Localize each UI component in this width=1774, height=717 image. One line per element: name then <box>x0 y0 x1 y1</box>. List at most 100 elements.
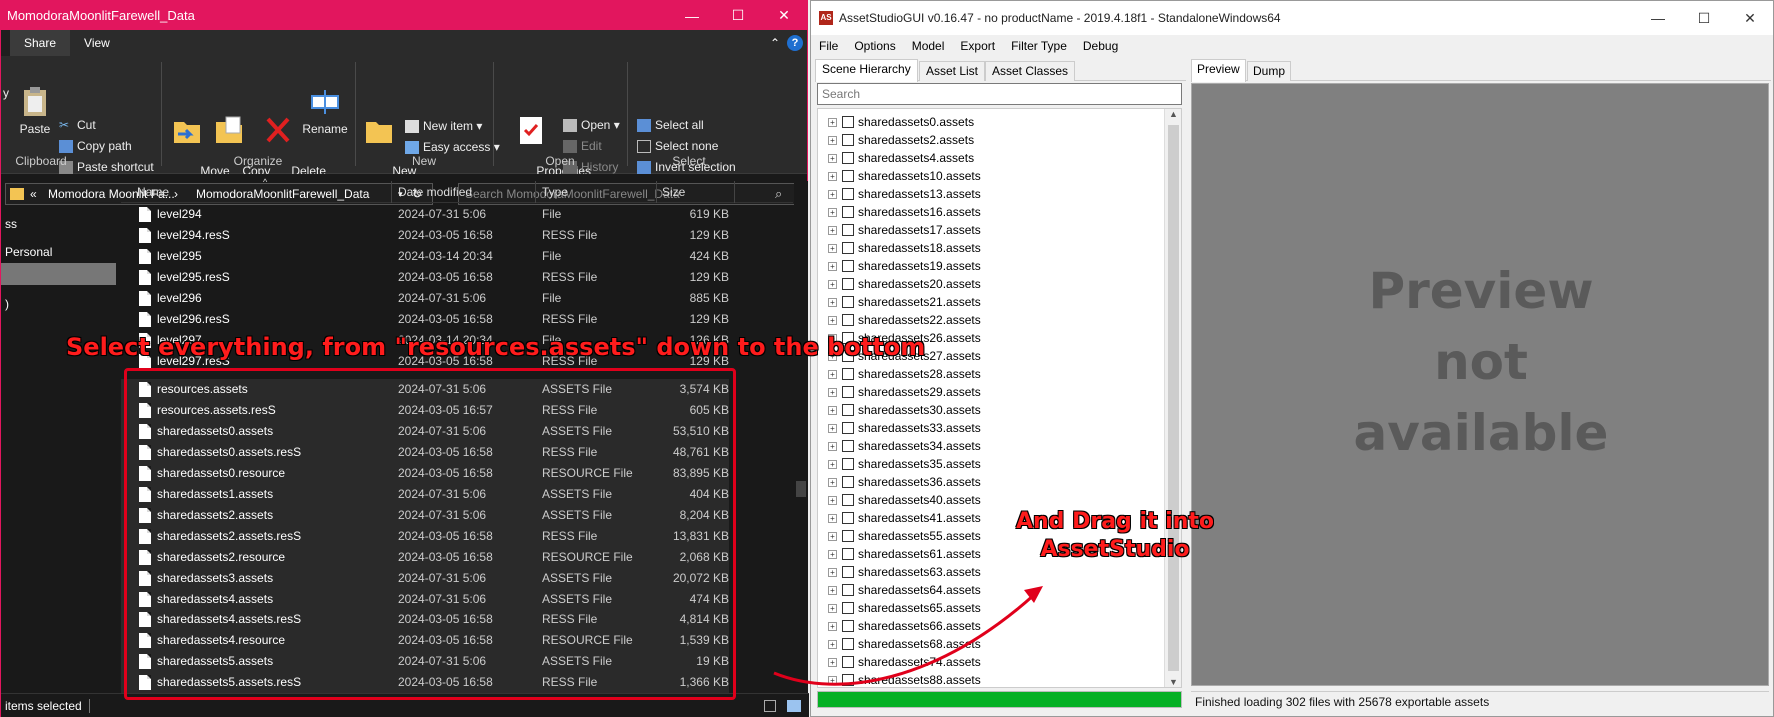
tree-item-checkbox[interactable] <box>842 170 854 182</box>
maximize-icon[interactable]: ☐ <box>715 7 761 24</box>
expand-plus-icon[interactable]: + <box>828 550 837 559</box>
file-row[interactable]: level295 2024-03-14 20:34 File 424 KB <box>121 246 729 267</box>
copy-button-partial[interactable]: y <box>1 86 11 100</box>
tree-item-checkbox[interactable] <box>842 296 854 308</box>
expand-plus-icon[interactable]: + <box>828 226 837 235</box>
expand-plus-icon[interactable]: + <box>828 442 837 451</box>
minimize-icon[interactable]: — <box>1635 10 1681 26</box>
nav-item-quick-access[interactable]: ss <box>1 213 17 235</box>
open-button[interactable]: Open ▾ <box>563 116 620 134</box>
expand-plus-icon[interactable]: + <box>828 280 837 289</box>
expand-plus-icon[interactable]: + <box>828 658 837 667</box>
nav-item-onedrive-personal[interactable]: Personal <box>1 241 52 263</box>
copy-path-button[interactable]: Copy path <box>59 137 132 155</box>
file-row[interactable]: level294.resS 2024-03-05 16:58 RESS File 12… <box>121 225 729 246</box>
tree-item-checkbox[interactable] <box>842 566 854 578</box>
tree-item-checkbox[interactable] <box>842 116 854 128</box>
expand-plus-icon[interactable]: + <box>828 676 837 685</box>
edit-button[interactable]: Edit <box>563 137 602 155</box>
expand-plus-icon[interactable]: + <box>828 136 837 145</box>
paste-button[interactable]: Paste <box>19 86 51 136</box>
expand-plus-icon[interactable]: + <box>828 514 837 523</box>
expand-plus-icon[interactable]: + <box>828 604 837 613</box>
tree-item-checkbox[interactable] <box>842 656 854 668</box>
expand-plus-icon[interactable]: + <box>828 208 837 217</box>
tree-scrollbar[interactable]: ▲ ▼ <box>1164 109 1181 687</box>
expand-plus-icon[interactable]: + <box>828 424 837 433</box>
tree-item-checkbox[interactable] <box>842 134 854 146</box>
tree-item-checkbox[interactable] <box>842 422 854 434</box>
tab-scene-hierarchy[interactable]: Scene Hierarchy <box>815 59 918 82</box>
tree-item-checkbox[interactable] <box>842 458 854 470</box>
tab-asset-classes[interactable]: Asset Classes <box>985 61 1076 81</box>
tree-item-checkbox[interactable] <box>842 674 854 686</box>
close-icon[interactable]: ✕ <box>1727 10 1773 27</box>
expand-plus-icon[interactable]: + <box>828 568 837 577</box>
tree-item-checkbox[interactable] <box>842 224 854 236</box>
new-item-button[interactable]: New item ▾ <box>405 117 482 135</box>
details-view-icon[interactable] <box>764 700 776 712</box>
maximize-icon[interactable]: ☐ <box>1681 10 1727 27</box>
tree-item-checkbox[interactable] <box>842 152 854 164</box>
tree-item-checkbox[interactable] <box>842 314 854 326</box>
scroll-down-icon[interactable]: ▼ <box>1165 677 1181 687</box>
file-row[interactable]: level295.resS 2024-03-05 16:58 RESS File 12… <box>121 267 729 288</box>
select-all-button[interactable]: Select all <box>637 116 704 134</box>
close-icon[interactable]: ✕ <box>761 7 807 24</box>
tree-item-checkbox[interactable] <box>842 602 854 614</box>
expand-plus-icon[interactable]: + <box>828 316 837 325</box>
tree-item-checkbox[interactable] <box>842 404 854 416</box>
minimize-icon[interactable]: — <box>669 8 715 24</box>
menu-model[interactable]: Model <box>904 39 953 53</box>
column-type[interactable]: Type <box>542 185 568 199</box>
cut-button[interactable]: ✂ Cut <box>59 116 96 134</box>
tab-dump[interactable]: Dump <box>1247 61 1292 81</box>
expand-plus-icon[interactable]: + <box>828 244 837 253</box>
tab-preview[interactable]: Preview <box>1191 59 1246 82</box>
large-icons-view-icon[interactable] <box>787 700 801 712</box>
menu-debug[interactable]: Debug <box>1075 39 1126 53</box>
expand-plus-icon[interactable]: + <box>828 532 837 541</box>
expand-plus-icon[interactable]: + <box>828 640 837 649</box>
tree-item-checkbox[interactable] <box>842 242 854 254</box>
tree-item-checkbox[interactable] <box>842 512 854 524</box>
expand-plus-icon[interactable]: + <box>828 154 837 163</box>
tree-item-checkbox[interactable] <box>842 260 854 272</box>
expand-plus-icon[interactable]: + <box>828 118 837 127</box>
tree-item-checkbox[interactable] <box>842 386 854 398</box>
tree-item-checkbox[interactable] <box>842 584 854 596</box>
rename-button[interactable]: Rename <box>301 86 349 136</box>
tree-search-input[interactable]: Search <box>817 83 1182 105</box>
tab-share[interactable]: Share <box>10 30 71 56</box>
nav-item-drive[interactable]: ) <box>1 293 9 315</box>
expand-plus-icon[interactable]: + <box>828 478 837 487</box>
expand-plus-icon[interactable]: + <box>828 370 837 379</box>
tree-item-checkbox[interactable] <box>842 620 854 632</box>
collapse-ribbon-icon[interactable]: ⌃ <box>763 36 787 50</box>
expand-plus-icon[interactable]: + <box>828 496 837 505</box>
column-date[interactable]: Date modified <box>398 185 472 199</box>
expand-plus-icon[interactable]: + <box>828 190 837 199</box>
nav-item-selected[interactable] <box>1 263 116 285</box>
expand-plus-icon[interactable]: + <box>828 622 837 631</box>
tree-item-checkbox[interactable] <box>842 206 854 218</box>
tree-item-checkbox[interactable] <box>842 548 854 560</box>
scrollbar-thumb[interactable] <box>796 481 806 497</box>
expand-plus-icon[interactable]: + <box>828 586 837 595</box>
select-none-button[interactable]: Select none <box>637 137 718 155</box>
breadcrumb-overflow[interactable]: « <box>30 184 37 204</box>
expand-plus-icon[interactable]: + <box>828 172 837 181</box>
menu-options[interactable]: Options <box>846 39 903 53</box>
tree-item-checkbox[interactable] <box>842 530 854 542</box>
expand-plus-icon[interactable]: + <box>828 298 837 307</box>
menu-filter-type[interactable]: Filter Type <box>1003 39 1075 53</box>
expand-plus-icon[interactable]: + <box>828 388 837 397</box>
file-list-scrollbar[interactable] <box>794 181 808 693</box>
tree-item-checkbox[interactable] <box>842 278 854 290</box>
expand-plus-icon[interactable]: + <box>828 262 837 271</box>
menu-file[interactable]: File <box>811 39 846 53</box>
column-name[interactable]: Name <box>137 185 169 199</box>
tree-item-checkbox[interactable] <box>842 494 854 506</box>
help-icon[interactable]: ? <box>787 35 803 51</box>
file-row[interactable]: level296 2024-07-31 5:06 File 885 KB <box>121 288 729 309</box>
